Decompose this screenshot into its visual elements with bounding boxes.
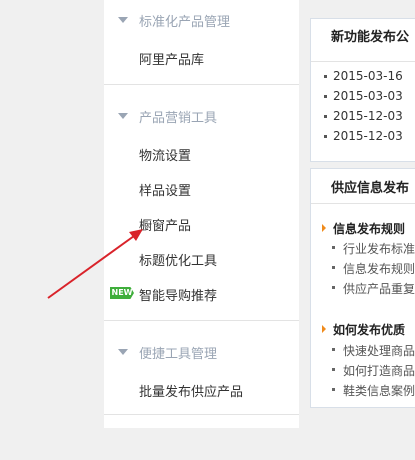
news-date-link[interactable]: 2015-12-03 bbox=[333, 109, 403, 123]
collapse-triangle-icon[interactable] bbox=[118, 349, 128, 355]
bullet-icon bbox=[324, 95, 327, 98]
sidebar-item-ali-product-library[interactable]: 阿里产品库 bbox=[139, 49, 204, 68]
section-header-label: 便捷工具管理 bbox=[139, 347, 218, 362]
bullet-icon bbox=[332, 286, 335, 289]
sidebar-item-sample-settings[interactable]: 样品设置 bbox=[139, 180, 191, 199]
divider bbox=[104, 414, 299, 415]
new-badge: NEW bbox=[110, 287, 134, 299]
group-heading: 信息发布规则 bbox=[333, 222, 406, 236]
sidebar-item-batch-publish[interactable]: 批量发布供应产品 bbox=[139, 381, 243, 400]
guide-link[interactable]: 信息发布规则 bbox=[343, 260, 415, 277]
orange-marker-icon bbox=[322, 224, 326, 232]
bullet-icon bbox=[324, 135, 327, 138]
divider bbox=[311, 203, 415, 204]
sidebar-item-logistics-settings[interactable]: 物流设置 bbox=[139, 145, 191, 164]
news-date-link[interactable]: 2015-12-03 bbox=[333, 129, 403, 143]
divider bbox=[311, 61, 415, 62]
divider bbox=[104, 320, 299, 321]
bullet-icon bbox=[332, 348, 335, 351]
news-date-link[interactable]: 2015-03-16 bbox=[333, 69, 403, 83]
panel-title: 新功能发布公 bbox=[331, 30, 410, 45]
bullet-icon bbox=[332, 368, 335, 371]
guide-link[interactable]: 快速处理商品 bbox=[343, 342, 415, 359]
collapse-triangle-icon[interactable] bbox=[118, 17, 128, 23]
group-heading: 如何发布优质 bbox=[333, 323, 406, 337]
supply-info-panel: 供应信息发布 信息发布规则 行业发布标准 信息发布规则 供应产品重复 如何发布优… bbox=[310, 168, 415, 408]
guide-link[interactable]: 鞋类信息案例 bbox=[343, 382, 415, 399]
sidebar: 标准化产品管理 阿里产品库 产品营销工具 物流设置 样品设置 橱窗产品 标题优化… bbox=[104, 0, 299, 428]
news-date-link[interactable]: 2015-03-03 bbox=[333, 89, 403, 103]
collapse-triangle-icon[interactable] bbox=[118, 113, 128, 119]
panel-title: 供应信息发布 bbox=[331, 181, 410, 196]
new-features-panel: 新功能发布公 2015-03-16 2015-03-03 2015-12-03 … bbox=[310, 18, 415, 162]
bullet-icon bbox=[332, 388, 335, 391]
sidebar-item-title-optimization[interactable]: 标题优化工具 bbox=[139, 250, 217, 269]
bullet-icon bbox=[332, 266, 335, 269]
bullet-icon bbox=[332, 246, 335, 249]
section-header-label: 产品营销工具 bbox=[139, 111, 218, 126]
guide-link[interactable]: 如何打造商品 bbox=[343, 362, 415, 379]
right-column: 新功能发布公 2015-03-16 2015-03-03 2015-12-03 … bbox=[310, 0, 415, 460]
bullet-icon bbox=[324, 115, 327, 118]
orange-marker-icon bbox=[322, 325, 326, 333]
sidebar-item-showcase-products[interactable]: 橱窗产品 bbox=[139, 215, 191, 234]
sidebar-item-smart-recommend[interactable]: 智能导购推荐 bbox=[139, 285, 217, 304]
divider bbox=[104, 84, 299, 85]
bullet-icon bbox=[324, 75, 327, 78]
guide-link[interactable]: 供应产品重复 bbox=[343, 280, 415, 297]
section-header-label: 标准化产品管理 bbox=[139, 15, 231, 30]
guide-link[interactable]: 行业发布标准 bbox=[343, 240, 415, 257]
